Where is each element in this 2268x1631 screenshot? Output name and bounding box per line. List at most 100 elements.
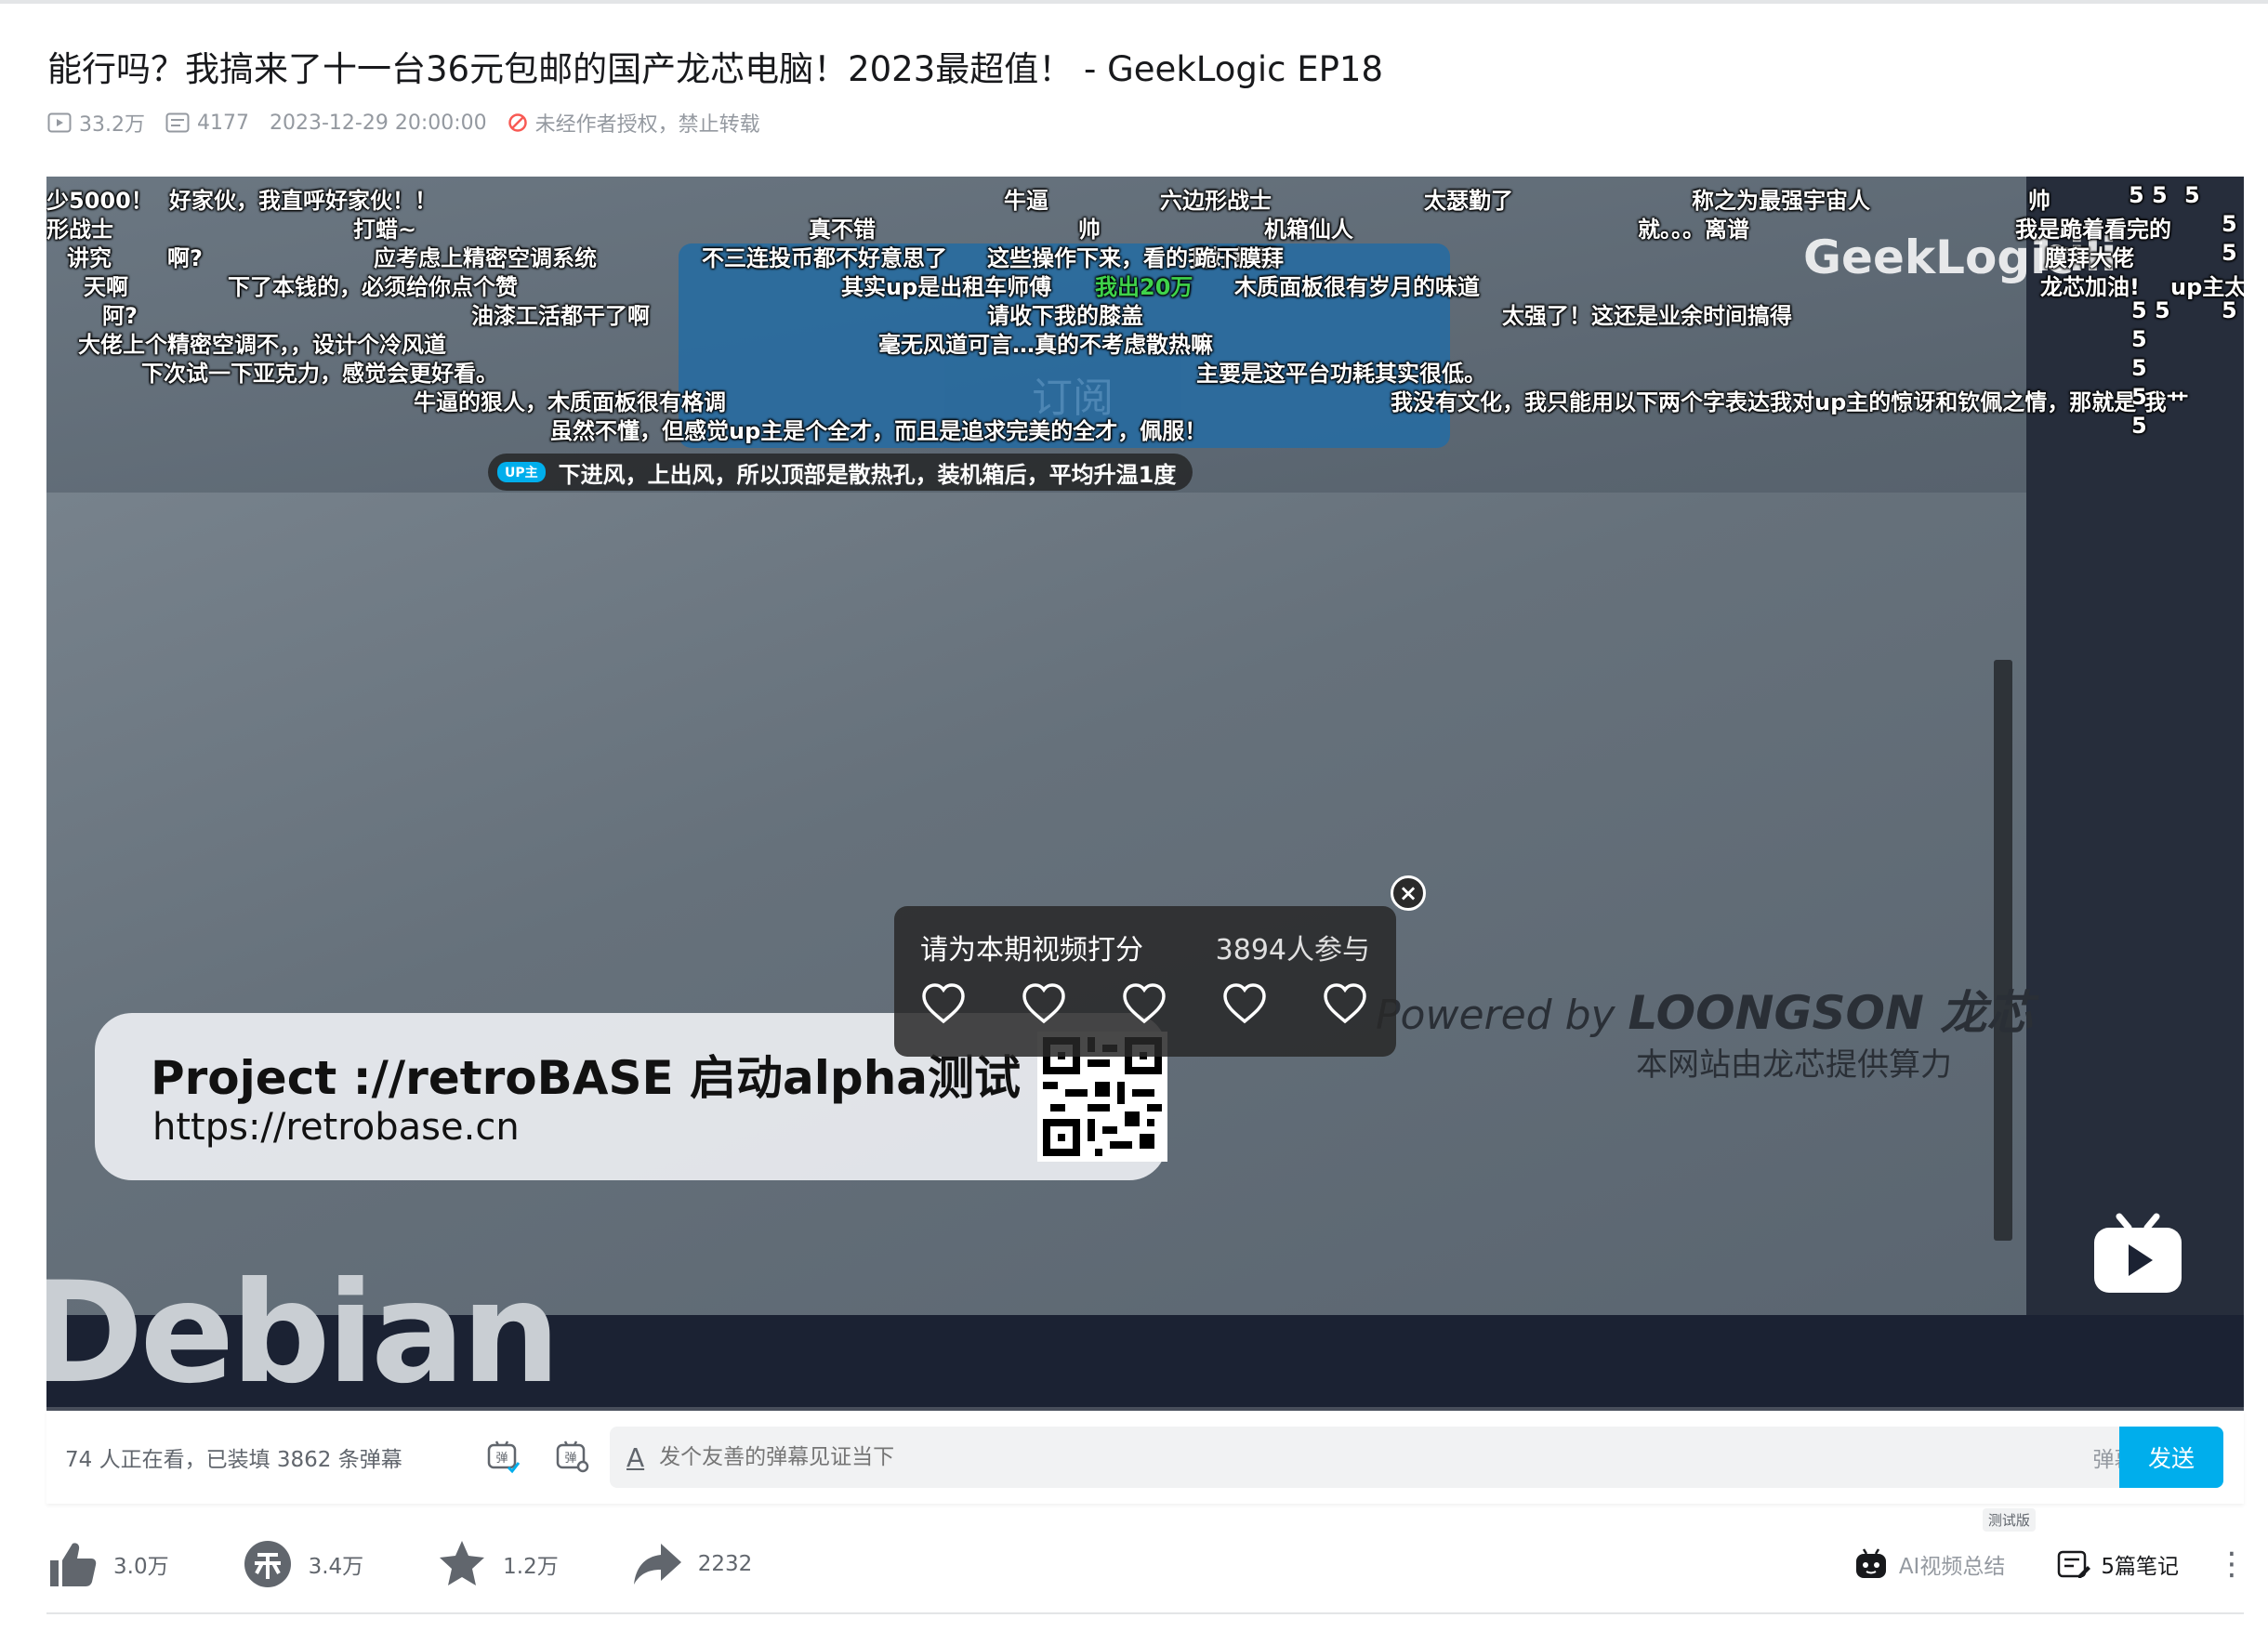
ai-robot-icon bbox=[1855, 1548, 1886, 1578]
publish-time-text: 2023-12-29 20:00:00 bbox=[270, 111, 487, 135]
danmaku-item: 打蜡~ bbox=[353, 217, 417, 243]
promo-title: Project ://retroBASE 启动alpha测试 bbox=[151, 1051, 1022, 1105]
danmaku-toggle-icon[interactable]: 弹 bbox=[483, 1437, 524, 1478]
up-danmaku-text: 下进风，上出风，所以顶部是散热孔，装机箱后，平均升温1度 bbox=[558, 461, 1177, 488]
heart-icon[interactable] bbox=[1121, 980, 1167, 1027]
video-meta: 33.2万 4177 2023-12-29 20:00:00 未经作者授权，禁止… bbox=[47, 107, 781, 138]
danmaku-stat: 4177 bbox=[165, 112, 249, 135]
danmaku-item: 木质面板很有岁月的味道 bbox=[1234, 274, 1480, 300]
danmaku-item: 下了本钱的，必须给你点个赞 bbox=[228, 274, 518, 300]
danmaku-item: 不三连投币都不好意思了 bbox=[702, 245, 947, 271]
danmaku-item: 帅 bbox=[2028, 188, 2050, 214]
danmaku-item: 牛逼 bbox=[1004, 188, 1048, 214]
ai-summary-button[interactable]: 测试版 AI视频总结 bbox=[1853, 1508, 2036, 1583]
views-count: 33.2万 bbox=[79, 113, 145, 137]
notes-icon bbox=[2058, 1550, 2091, 1578]
danmaku-item: 5 bbox=[2131, 413, 2147, 439]
danmaku-item: 5 bbox=[2131, 326, 2147, 352]
danmaku-item: 虽然不懂，但感觉up主是个全才，而且是追求完美的全才，佩服！ bbox=[550, 418, 1207, 444]
loongson-subtitle: 本网站由龙芯提供算力 bbox=[1636, 1046, 1952, 1084]
danmaku-settings-icon[interactable]: 弹 bbox=[552, 1437, 593, 1478]
watching-count: 74 人正在看，已装填 3862 条弹幕 bbox=[65, 1448, 402, 1472]
danmaku-item: 好家伙，我直呼好家伙！！ bbox=[169, 188, 437, 214]
notes-button[interactable]: 5篇笔记 bbox=[2056, 1546, 2179, 1582]
danmaku-item: 5 bbox=[2131, 355, 2147, 381]
video-title: 能行吗？我搞来了十一台36元包邮的国产龙芯电脑！2023最超值！ - GeekL… bbox=[47, 49, 1383, 89]
danmaku-item: 5 bbox=[2131, 384, 2147, 410]
heart-icon[interactable] bbox=[1021, 980, 1067, 1027]
danmaku-item: 六边形战士 bbox=[1160, 188, 1272, 214]
coin-count: 3.4万 bbox=[308, 1555, 364, 1579]
danmaku-item: 太瑟勤了 bbox=[1424, 188, 1513, 214]
danmaku-item: 下次试一下亚克力，感觉会更好看。 bbox=[141, 361, 498, 387]
up-tag: UP主 bbox=[497, 462, 546, 482]
danmaku-item: 天啊 bbox=[84, 274, 128, 300]
danmaku-item: 5 bbox=[2222, 297, 2237, 323]
like-button[interactable]: 3.0万 bbox=[46, 1538, 169, 1590]
danmaku-item: 啊? bbox=[167, 245, 203, 271]
heart-icon[interactable] bbox=[1322, 980, 1368, 1027]
danmaku-item: 主要是这平台功耗其实很低。 bbox=[1196, 361, 1486, 387]
favorite-button[interactable]: 1.2万 bbox=[436, 1538, 559, 1590]
loongson-brand: LOONGSON 龙芯 bbox=[1628, 986, 2034, 1040]
danmaku-item: 机箱仙人 bbox=[1264, 217, 1353, 243]
danmaku-item: 阿? bbox=[102, 303, 138, 329]
danmaku-item: 油漆工活都干了啊 bbox=[471, 303, 650, 329]
share-icon bbox=[633, 1544, 681, 1585]
danmaku-item: 我出20万 bbox=[1095, 274, 1193, 300]
danmaku-item: 应考虑上精密空调系统 bbox=[374, 245, 597, 271]
beta-badge: 测试版 bbox=[1982, 1508, 2036, 1532]
danmaku-item: 5 bbox=[2222, 211, 2237, 237]
toolbar-right: 测试版 AI视频总结 5篇笔记 ⋮ bbox=[1853, 1508, 2248, 1599]
danmaku-item: 形战士 bbox=[46, 217, 113, 243]
play-count-icon bbox=[47, 112, 72, 133]
ai-summary-label: AI视频总结 bbox=[1898, 1555, 2006, 1579]
svg-text:弹: 弹 bbox=[495, 1452, 508, 1466]
danmaku-item: 大佬上个精密空调不，，设计个冷风道 bbox=[78, 332, 446, 358]
publish-time: 2023-12-29 20:00:00 bbox=[270, 112, 487, 135]
play-icon[interactable] bbox=[2091, 1213, 2184, 1296]
danmaku-item: up主太 bbox=[2170, 274, 2244, 300]
danmaku-item: 跪下膜拜 bbox=[1194, 245, 1284, 271]
danmaku-input-wrap: A 弹幕礼仪 › bbox=[610, 1427, 2212, 1488]
heart-icon[interactable] bbox=[920, 980, 967, 1027]
danmaku-item: 牛逼的狠人，木质面板很有格调 bbox=[414, 389, 726, 415]
more-options-button[interactable]: ⋮ bbox=[2216, 1548, 2248, 1580]
heart-icon[interactable] bbox=[1221, 980, 1268, 1027]
share-button[interactable]: 2232 bbox=[631, 1538, 753, 1590]
danmaku-item: 我没有文化，我只能用以下两个字表达我对up主的惊讶和钦佩之情，那就是 我艹 bbox=[1391, 389, 2189, 415]
danmaku-input[interactable] bbox=[659, 1445, 1868, 1469]
danmaku-item: 其实up是出租车师傅 bbox=[841, 274, 1052, 300]
danmaku-item: 毫无风道可言…真的不考虑散热嘛 bbox=[878, 332, 1213, 358]
rating-popup: 请为本期视频打分 3894人参与 bbox=[894, 906, 1396, 1057]
share-count: 2232 bbox=[697, 1552, 753, 1576]
danmaku-item: 少5000！ bbox=[46, 188, 153, 214]
danmaku-item: 5 bbox=[2184, 182, 2200, 208]
danmaku-item: 龙芯加油! bbox=[2040, 274, 2140, 300]
danmaku-item: 我是跪着看完的 bbox=[2015, 217, 2171, 243]
like-count: 3.0万 bbox=[113, 1555, 169, 1579]
star-icon bbox=[440, 1541, 485, 1585]
rating-question: 请为本期视频打分 bbox=[920, 934, 1143, 967]
loongson-prefix: Powered by bbox=[1376, 992, 1628, 1039]
bottom-divider bbox=[46, 1612, 2244, 1614]
copyright-text: 未经作者授权，禁止转载 bbox=[534, 113, 760, 137]
video-player[interactable]: 订阅 Debian Powered by LOONGSON 龙芯 本网站由龙芯提… bbox=[46, 177, 2244, 1411]
up-danmaku: UP主 下进风，上出风，所以顶部是散热孔，装机箱后，平均升温1度 bbox=[488, 454, 1193, 491]
copyright-notice: 未经作者授权，禁止转载 bbox=[508, 108, 760, 138]
debian-text: Debian bbox=[46, 1253, 560, 1411]
svg-text:弹: 弹 bbox=[564, 1452, 576, 1466]
danmaku-count: 4177 bbox=[197, 111, 249, 135]
rating-close-button[interactable]: × bbox=[1391, 875, 1426, 911]
danmaku-item: 膜拜大佬 bbox=[2045, 245, 2134, 271]
rating-participants: 3894人参与 bbox=[1215, 934, 1370, 967]
font-style-icon[interactable]: A bbox=[626, 1442, 644, 1473]
favorite-count: 1.2万 bbox=[503, 1555, 559, 1579]
send-danmaku-button[interactable]: 发送 bbox=[2119, 1427, 2223, 1488]
danmaku-item: 5 5 bbox=[2129, 182, 2168, 208]
video-toolbar: 3.0万 3.4万 1.2万 2232 测试版 AI视频总结 5篇笔记 ⋮ bbox=[46, 1508, 2248, 1599]
coin-button[interactable]: 3.4万 bbox=[242, 1538, 364, 1590]
thumb-up-icon bbox=[50, 1543, 97, 1586]
views-stat: 33.2万 bbox=[47, 108, 145, 138]
danmaku-item: 5 5 bbox=[2131, 297, 2170, 323]
